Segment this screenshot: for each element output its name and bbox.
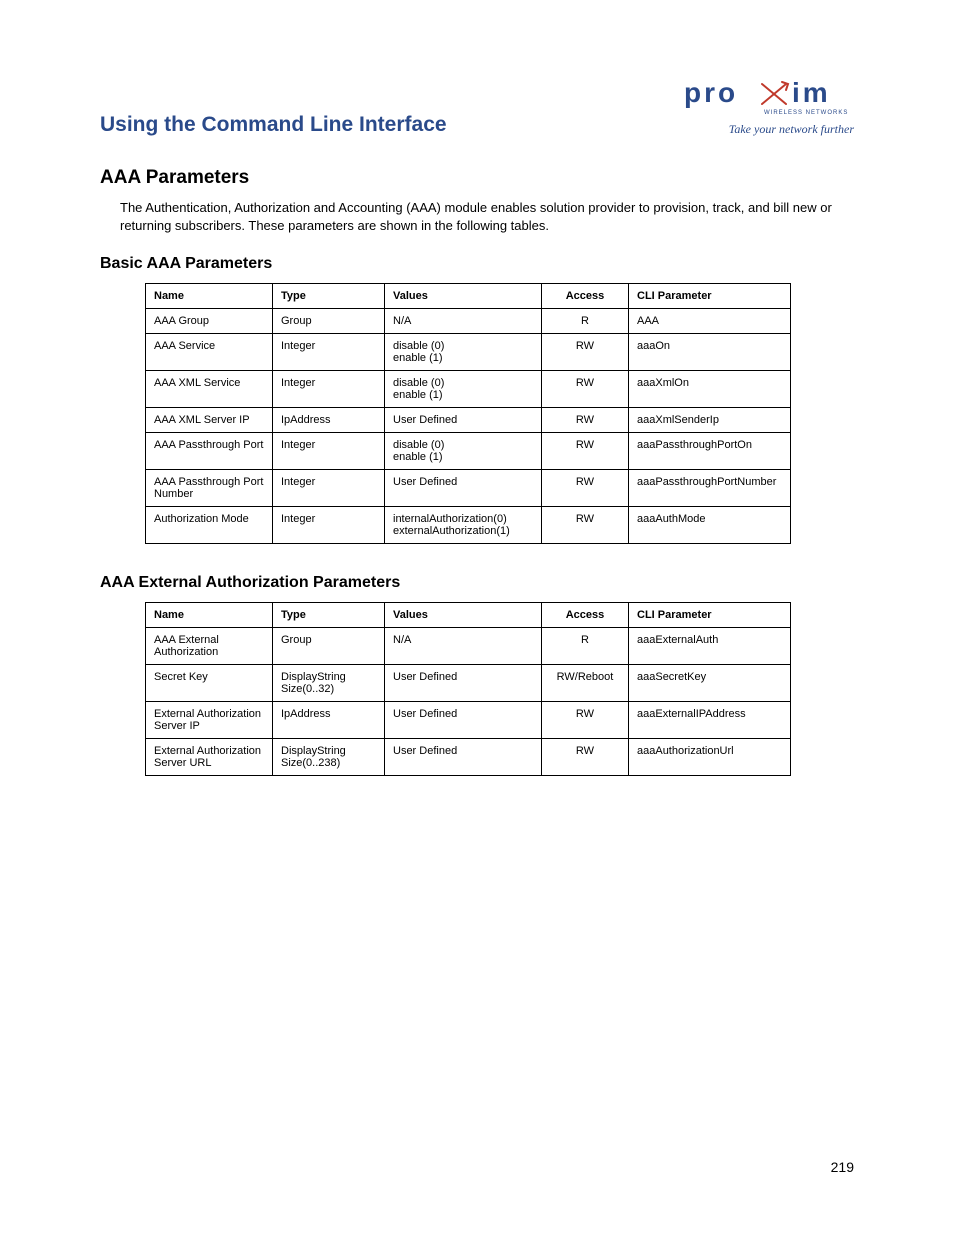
cell: aaaXmlOn bbox=[629, 371, 791, 408]
cell: Integer bbox=[273, 470, 385, 507]
logo-tagline: Take your network further bbox=[684, 122, 854, 137]
table-row: External Authorization Server URL Displa… bbox=[146, 739, 791, 776]
cell: User Defined bbox=[385, 702, 542, 739]
page-header: Using the Command Line Interface pro im … bbox=[100, 80, 854, 137]
subsection-heading: AAA External Authorization Parameters bbox=[100, 574, 854, 592]
cell: aaaAuthMode bbox=[629, 507, 791, 544]
table-row: AAA Passthrough Port Number Integer User… bbox=[146, 470, 791, 507]
cell: Integer bbox=[273, 371, 385, 408]
cell: Authorization Mode bbox=[146, 507, 273, 544]
cell: RW bbox=[542, 371, 629, 408]
basic-aaa-table: Name Type Values Access CLI Parameter AA… bbox=[145, 283, 791, 544]
cell: IpAddress bbox=[273, 408, 385, 433]
cell: User Defined bbox=[385, 408, 542, 433]
cell: AAA XML Service bbox=[146, 371, 273, 408]
cell: Integer bbox=[273, 433, 385, 470]
cell: External Authorization Server IP bbox=[146, 702, 273, 739]
cell: AAA Group bbox=[146, 309, 273, 334]
cell: disable (0) enable (1) bbox=[385, 433, 542, 470]
cell: internalAuthorization(0) externalAuthori… bbox=[385, 507, 542, 544]
cell: Group bbox=[273, 628, 385, 665]
svg-text:pro: pro bbox=[684, 80, 738, 108]
cell: N/A bbox=[385, 628, 542, 665]
page-number: 219 bbox=[831, 1159, 854, 1175]
table-row: AAA Group Group N/A R AAA bbox=[146, 309, 791, 334]
table-row: AAA XML Server IP IpAddress User Defined… bbox=[146, 408, 791, 433]
col-header-access: Access bbox=[542, 603, 629, 628]
doc-title: Using the Command Line Interface bbox=[100, 113, 447, 137]
cell: Integer bbox=[273, 334, 385, 371]
cell: AAA External Authorization bbox=[146, 628, 273, 665]
col-header-name: Name bbox=[146, 603, 273, 628]
cell: RW bbox=[542, 433, 629, 470]
col-header-cli: CLI Parameter bbox=[629, 603, 791, 628]
cell: disable (0) enable (1) bbox=[385, 371, 542, 408]
col-header-access: Access bbox=[542, 284, 629, 309]
cell: aaaPassthroughPortNumber bbox=[629, 470, 791, 507]
cell: DisplayString Size(0..32) bbox=[273, 665, 385, 702]
cell: AAA bbox=[629, 309, 791, 334]
section-heading: AAA Parameters bbox=[100, 167, 854, 189]
brand-logo: pro im WIRELESS NETWORKS Take your netwo… bbox=[684, 80, 854, 137]
cell: RW bbox=[542, 408, 629, 433]
cell: RW/Reboot bbox=[542, 665, 629, 702]
col-header-values: Values bbox=[385, 284, 542, 309]
cell: User Defined bbox=[385, 739, 542, 776]
table-row: AAA XML Service Integer disable (0) enab… bbox=[146, 371, 791, 408]
cell: disable (0) enable (1) bbox=[385, 334, 542, 371]
section-intro: The Authentication, Authorization and Ac… bbox=[120, 199, 854, 235]
table-row: Secret Key DisplayString Size(0..32) Use… bbox=[146, 665, 791, 702]
cell: aaaXmlSenderIp bbox=[629, 408, 791, 433]
cell: AAA XML Server IP bbox=[146, 408, 273, 433]
cell: N/A bbox=[385, 309, 542, 334]
table-header-row: Name Type Values Access CLI Parameter bbox=[146, 603, 791, 628]
table-row: AAA Service Integer disable (0) enable (… bbox=[146, 334, 791, 371]
cell: Secret Key bbox=[146, 665, 273, 702]
col-header-cli: CLI Parameter bbox=[629, 284, 791, 309]
cell: External Authorization Server URL bbox=[146, 739, 273, 776]
cell: User Defined bbox=[385, 470, 542, 507]
col-header-type: Type bbox=[273, 603, 385, 628]
table-header-row: Name Type Values Access CLI Parameter bbox=[146, 284, 791, 309]
cell: aaaOn bbox=[629, 334, 791, 371]
cell: aaaExternalIPAddress bbox=[629, 702, 791, 739]
cell: RW bbox=[542, 702, 629, 739]
external-auth-table: Name Type Values Access CLI Parameter AA… bbox=[145, 602, 791, 776]
proxim-logo-icon: pro im WIRELESS NETWORKS bbox=[684, 80, 854, 118]
cell: aaaSecretKey bbox=[629, 665, 791, 702]
cell: Integer bbox=[273, 507, 385, 544]
col-header-type: Type bbox=[273, 284, 385, 309]
cell: DisplayString Size(0..238) bbox=[273, 739, 385, 776]
logo-subtext: WIRELESS NETWORKS bbox=[764, 110, 848, 116]
cell: AAA Passthrough Port bbox=[146, 433, 273, 470]
cell: RW bbox=[542, 507, 629, 544]
col-header-name: Name bbox=[146, 284, 273, 309]
cell: aaaPassthroughPortOn bbox=[629, 433, 791, 470]
cell: RW bbox=[542, 334, 629, 371]
subsection-heading: Basic AAA Parameters bbox=[100, 255, 854, 273]
table-row: AAA Passthrough Port Integer disable (0)… bbox=[146, 433, 791, 470]
table-row: AAA External Authorization Group N/A R a… bbox=[146, 628, 791, 665]
svg-text:im: im bbox=[792, 80, 831, 108]
table-row: Authorization Mode Integer internalAutho… bbox=[146, 507, 791, 544]
cell: RW bbox=[542, 739, 629, 776]
cell: AAA Service bbox=[146, 334, 273, 371]
cell: Group bbox=[273, 309, 385, 334]
table-row: External Authorization Server IP IpAddre… bbox=[146, 702, 791, 739]
cell: aaaExternalAuth bbox=[629, 628, 791, 665]
cell: AAA Passthrough Port Number bbox=[146, 470, 273, 507]
cell: IpAddress bbox=[273, 702, 385, 739]
cell: R bbox=[542, 309, 629, 334]
cell: aaaAuthorizationUrl bbox=[629, 739, 791, 776]
cell: R bbox=[542, 628, 629, 665]
page: Using the Command Line Interface pro im … bbox=[0, 0, 954, 1235]
cell: RW bbox=[542, 470, 629, 507]
col-header-values: Values bbox=[385, 603, 542, 628]
cell: User Defined bbox=[385, 665, 542, 702]
